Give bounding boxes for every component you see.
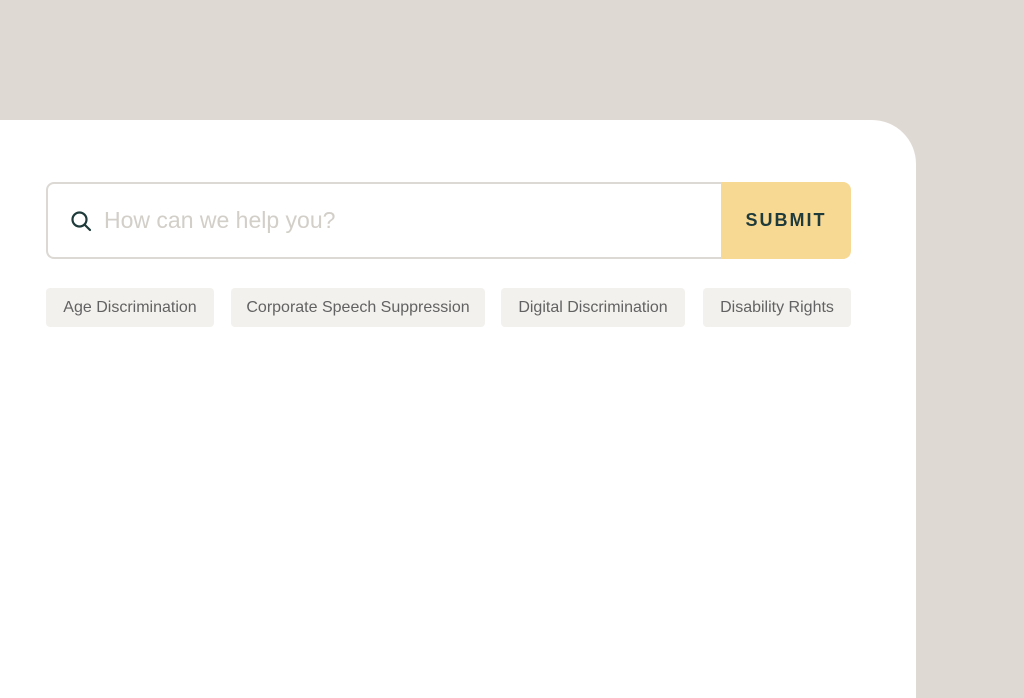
search-field[interactable] <box>46 182 721 259</box>
tag-digital-discrimination[interactable]: Digital Discrimination <box>501 288 685 327</box>
content-panel: SUBMIT Age Discrimination Corporate Spee… <box>0 120 916 698</box>
tag-age-discrimination[interactable]: Age Discrimination <box>46 288 214 327</box>
tag-disability-rights[interactable]: Disability Rights <box>703 288 851 327</box>
search-input[interactable] <box>104 207 664 234</box>
search-icon <box>70 210 92 232</box>
submit-button[interactable]: SUBMIT <box>721 182 851 259</box>
tag-corporate-speech-suppression[interactable]: Corporate Speech Suppression <box>231 288 485 327</box>
search-bar: SUBMIT <box>46 182 851 259</box>
